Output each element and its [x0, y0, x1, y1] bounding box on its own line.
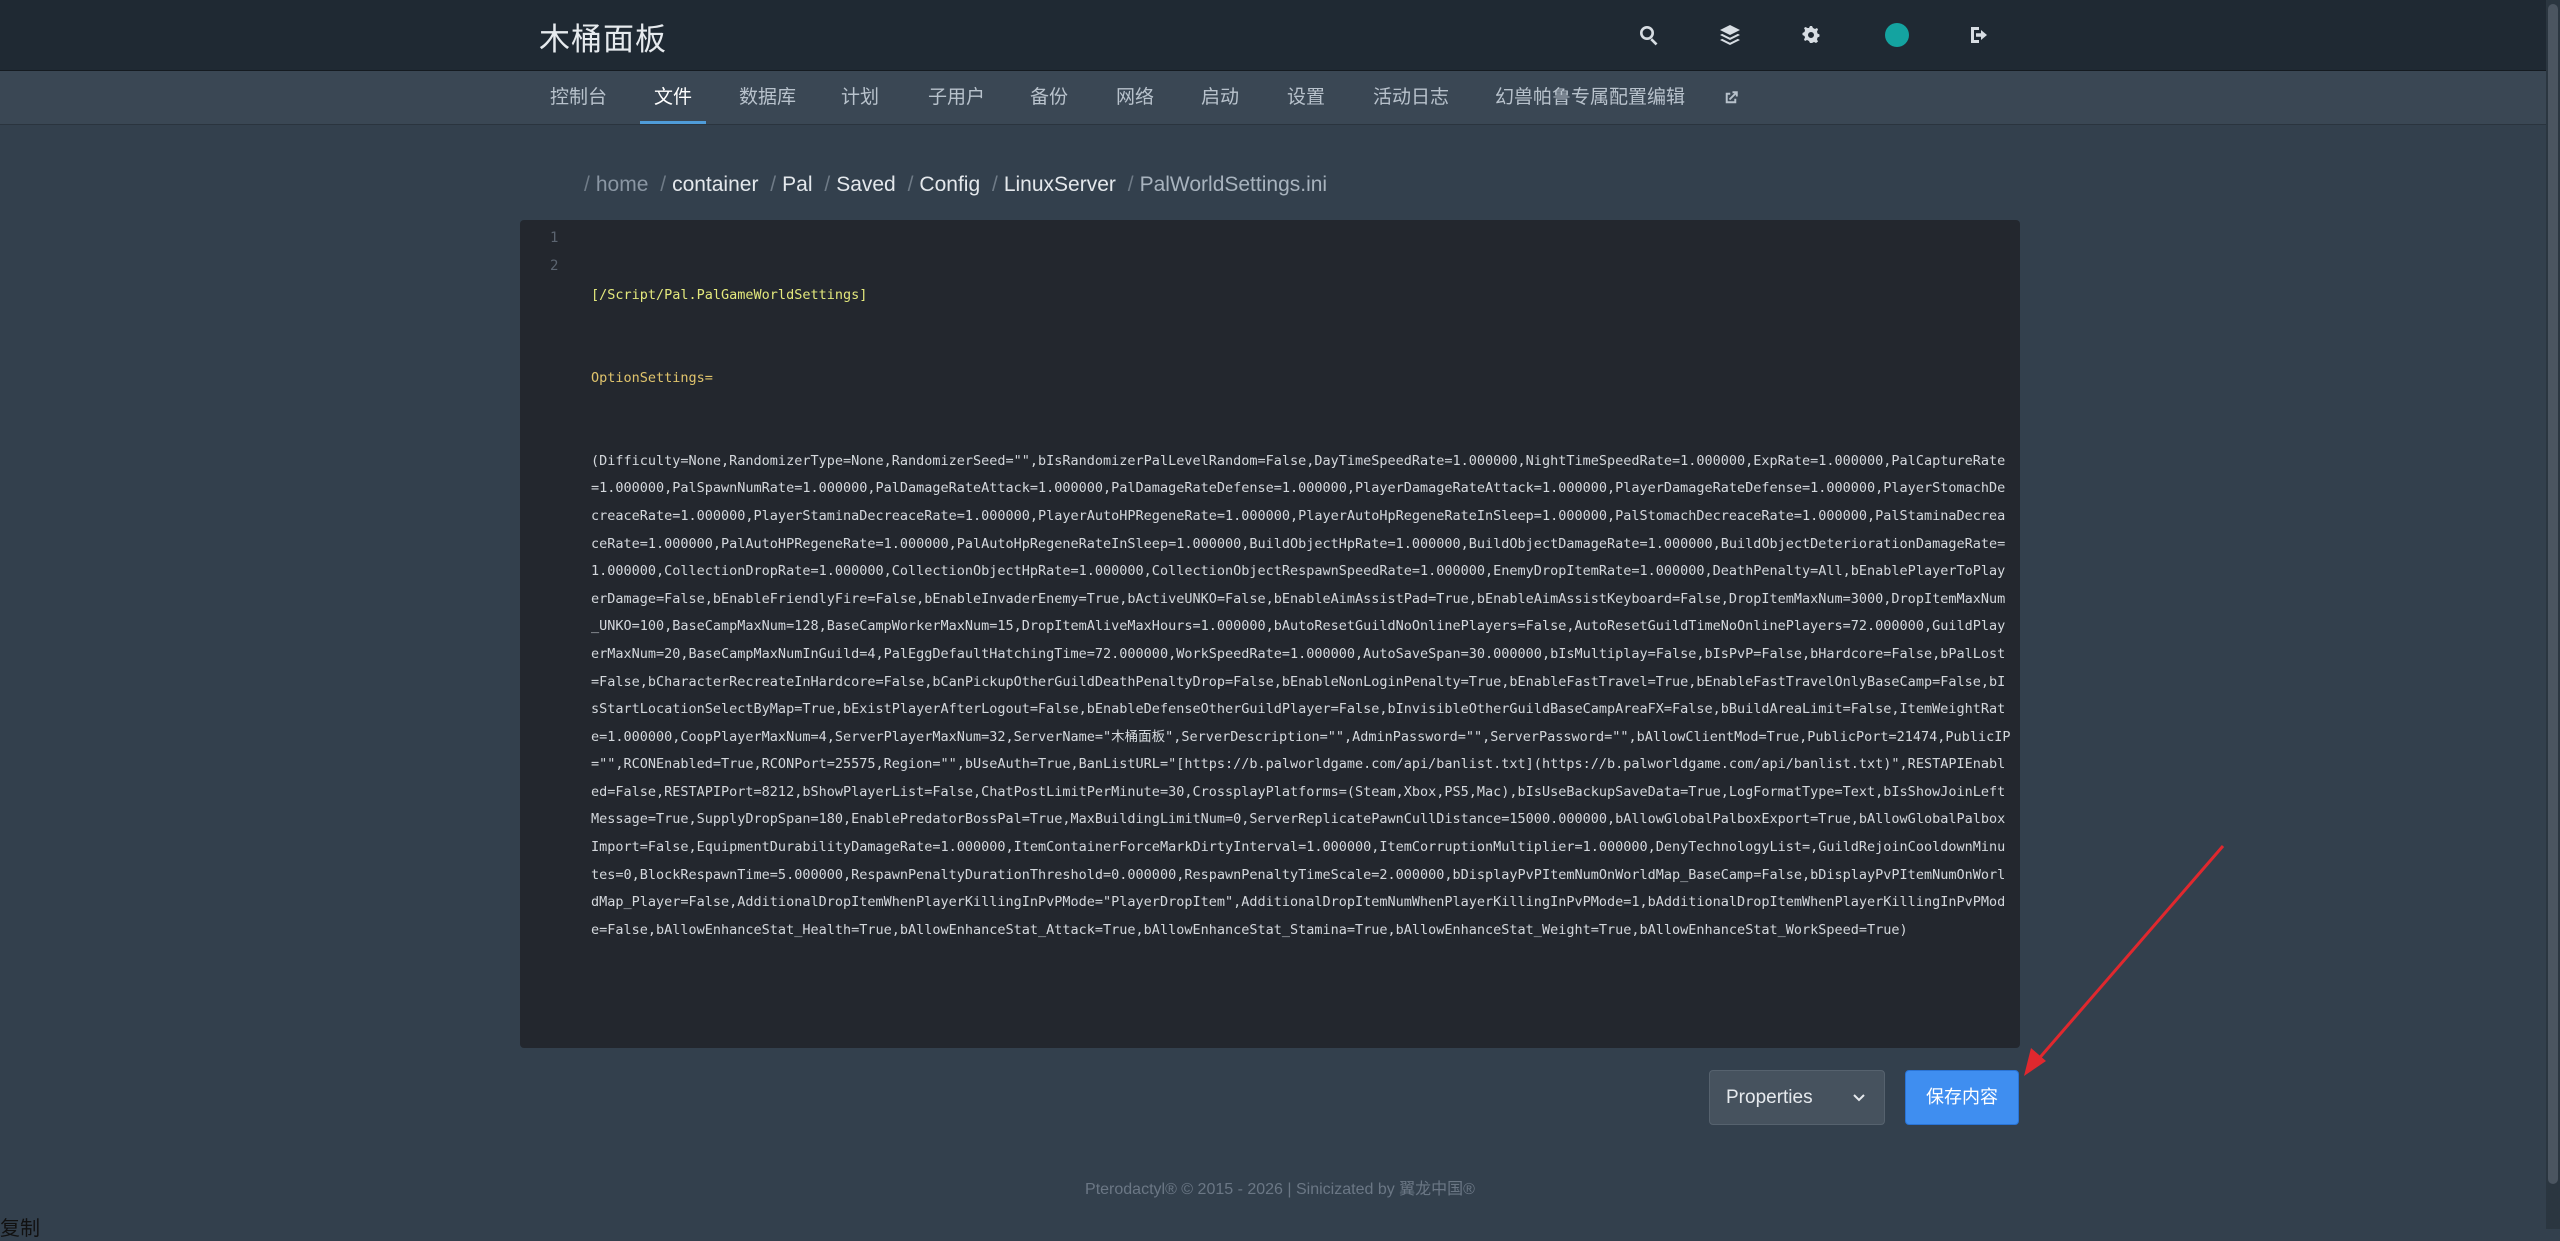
ini-section-header: [/Script/Pal.PalGameWorldSettings] — [591, 287, 868, 304]
chevron-down-icon — [1852, 1090, 1866, 1104]
breadcrumb-separator: / — [1127, 173, 1134, 196]
breadcrumb-separator: / — [770, 173, 777, 196]
ini-key: OptionSettings= — [591, 369, 713, 386]
breadcrumb-container[interactable]: container — [672, 173, 758, 196]
breadcrumb-saved[interactable]: Saved — [836, 173, 896, 196]
page-scrollbar[interactable] — [2546, 0, 2560, 1229]
brand-title[interactable]: 木桶面板 — [539, 14, 667, 59]
footer-link[interactable]: Sinicizated by 翼龙中国® — [1296, 1181, 1475, 1198]
breadcrumb-current-file: PalWorldSettings.ini — [1139, 173, 1328, 196]
layers-icon[interactable] — [1713, 18, 1747, 52]
copy-tooltip: 复制 — [0, 1216, 40, 1240]
nav-item-activity-log[interactable]: 活动日志 — [1373, 71, 1449, 124]
footer: Pterodactyl® © 2015 - 2026 | Sinicizated… — [0, 1175, 2560, 1199]
breadcrumb-separator: / — [584, 173, 590, 196]
breadcrumb-pal[interactable]: Pal — [782, 173, 812, 196]
avatar[interactable] — [1880, 18, 1914, 52]
nav-item-startup[interactable]: 启动 — [1201, 71, 1239, 124]
breadcrumb-separator: / — [991, 173, 998, 196]
breadcrumb-home[interactable]: home — [596, 173, 649, 196]
breadcrumb-separator: / — [907, 173, 914, 196]
save-content-button[interactable]: 保存内容 — [1905, 1070, 2019, 1125]
nav-item-files[interactable]: 文件 — [639, 71, 707, 124]
nav-item-schedules[interactable]: 计划 — [841, 71, 879, 124]
logout-icon[interactable] — [1962, 18, 1996, 52]
search-icon[interactable] — [1632, 18, 1666, 52]
breadcrumb-config[interactable]: Config — [919, 173, 980, 196]
nav-item-backups[interactable]: 备份 — [1030, 71, 1068, 124]
breadcrumb-linuxserver[interactable]: LinuxServer — [1004, 173, 1116, 196]
nav-item-palworld-config[interactable]: 幻兽帕鲁专属配置编辑 — [1495, 71, 1685, 124]
code-editor[interactable]: 1 2 [/Script/Pal.PalGameWorldSettings] O… — [520, 220, 2020, 1048]
sub-navigation: 控制台 文件 数据库 计划 子用户 备份 网络 启动 设置 活动日志 幻兽帕鲁专… — [0, 71, 2560, 125]
breadcrumb-separator: / — [660, 173, 667, 196]
line-number: 2 — [550, 258, 559, 274]
footer-copyright: Pterodactyl® © 2015 - 2026 | — [1085, 1181, 1296, 1198]
nav-item-databases[interactable]: 数据库 — [739, 71, 796, 124]
breadcrumb: / home / container / Pal / Saved / Config / Li… — [578, 173, 1327, 197]
external-link-icon[interactable] — [1722, 71, 1740, 124]
nav-item-subusers[interactable]: 子用户 — [928, 71, 985, 124]
editor-mode-select[interactable]: Properties — [1709, 1070, 1885, 1125]
line-number: 1 — [550, 230, 559, 246]
ini-value: (Difficulty=None,RandomizerType=None,Ran… — [591, 452, 2011, 938]
breadcrumb-separator: / — [824, 173, 831, 196]
nav-item-settings[interactable]: 设置 — [1287, 71, 1325, 124]
code-content[interactable]: [/Script/Pal.PalGameWorldSettings] Optio… — [591, 227, 2013, 1000]
top-header: 木桶面板 — [0, 0, 2560, 71]
avatar-image — [1885, 23, 1909, 47]
line-gutter: 1 2 — [520, 220, 578, 1048]
nav-item-network[interactable]: 网络 — [1116, 71, 1154, 124]
editor-mode-value: Properties — [1726, 1087, 1813, 1108]
nav-item-console[interactable]: 控制台 — [550, 71, 607, 124]
scrollbar-thumb[interactable] — [2548, 4, 2558, 1184]
cogs-icon[interactable] — [1795, 18, 1829, 52]
